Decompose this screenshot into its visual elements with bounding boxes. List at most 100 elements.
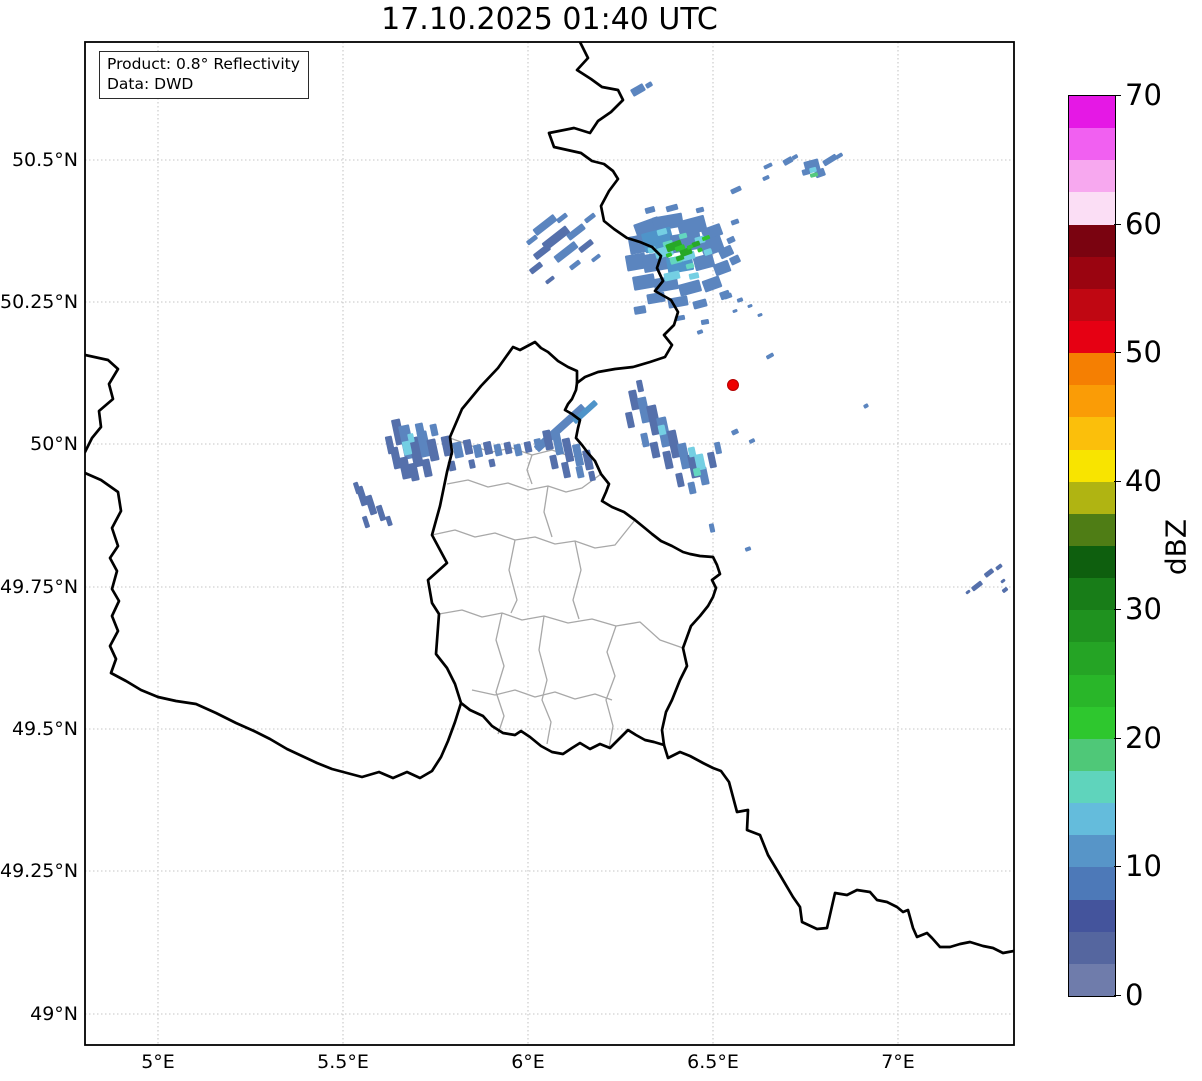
radar-echo xyxy=(678,279,702,297)
colorbar-segment xyxy=(1069,545,1115,579)
radar-echo xyxy=(549,454,559,470)
radar-echo xyxy=(695,206,705,214)
radar-echo xyxy=(822,153,838,167)
radar-site-marker xyxy=(727,379,739,391)
radar-echo xyxy=(561,437,575,463)
radar-echo xyxy=(493,443,503,457)
radar-echo xyxy=(731,428,739,436)
region-border xyxy=(438,609,684,649)
colorbar-segment xyxy=(1069,513,1115,546)
radar-echo xyxy=(730,185,742,195)
radar-echo xyxy=(632,273,656,291)
radar-echo xyxy=(744,546,752,552)
map-canvas xyxy=(84,41,1015,1046)
radar-echo xyxy=(591,253,601,263)
radar-echo xyxy=(533,244,551,260)
region-border xyxy=(508,539,518,614)
radar-echo xyxy=(575,465,585,479)
colorbar-segment xyxy=(1069,256,1115,289)
region-border xyxy=(431,519,636,549)
colorbar-segment xyxy=(1069,803,1115,836)
colorbar-tick xyxy=(1114,223,1121,225)
colorbar-segment xyxy=(1069,899,1115,932)
colorbar-segment xyxy=(1069,706,1115,739)
radar-echo xyxy=(757,313,763,317)
radar-echo xyxy=(712,259,732,277)
radar-echo xyxy=(692,252,716,272)
colorbar-segment xyxy=(1069,128,1115,161)
colorbar-segment xyxy=(1069,770,1115,804)
radar-echo xyxy=(708,523,716,533)
colorbar-tick-label: 0 xyxy=(1125,978,1144,1012)
y-tick-label: 49.75°N xyxy=(0,576,79,598)
colorbar-tick-label: 30 xyxy=(1125,592,1162,627)
radar-echo xyxy=(692,298,708,310)
radar-echo xyxy=(1000,578,1006,584)
radar-echo xyxy=(488,458,496,468)
radar-echo xyxy=(765,352,775,360)
region-border xyxy=(538,615,552,745)
colorbar-segment xyxy=(1069,738,1115,771)
radar-echo xyxy=(762,175,770,181)
colorbar-segment xyxy=(1069,835,1115,868)
colorbar-tick-label: 20 xyxy=(1125,720,1162,755)
colorbar-segment xyxy=(1069,417,1115,450)
radar-echo xyxy=(665,203,679,213)
colorbar-tick-label: 10 xyxy=(1125,849,1162,884)
radar-echo xyxy=(644,206,656,214)
x-tick-label: 5°E xyxy=(141,1051,175,1073)
colorbar-tick xyxy=(1114,995,1121,996)
colorbar-segment xyxy=(1069,96,1115,129)
radar-echo xyxy=(523,441,533,453)
colorbar-segment xyxy=(1069,674,1115,707)
colorbar-segment xyxy=(1069,353,1115,386)
radar-echo xyxy=(863,403,869,409)
radar-echo xyxy=(569,259,581,271)
radar-echo xyxy=(667,295,689,309)
national-border xyxy=(85,471,463,780)
radar-echo xyxy=(588,470,596,482)
x-tick-label: 6.5°E xyxy=(687,1051,739,1073)
colorbar-segment xyxy=(1069,224,1115,257)
radar-echo xyxy=(646,291,666,305)
colorbar-tick xyxy=(1114,866,1121,868)
radar-echo xyxy=(513,443,523,457)
colorbar-segment xyxy=(1069,449,1115,482)
product-line: Product: 0.8° Reflectivity xyxy=(107,55,300,73)
national-border xyxy=(547,42,680,385)
colorbar-segment xyxy=(1069,867,1115,900)
colorbar-tick-label: 70 xyxy=(1125,78,1162,112)
radar-echo xyxy=(687,481,697,495)
y-tick-label: 50.25°N xyxy=(0,291,79,313)
colorbar-unit-label: dBZ xyxy=(1159,518,1193,576)
radar-echo xyxy=(578,239,594,253)
colorbar-segment xyxy=(1069,642,1115,675)
x-tick-label: 7°E xyxy=(881,1051,915,1073)
y-tick-label: 49.5°N xyxy=(11,718,78,740)
radar-echo xyxy=(729,254,741,266)
radar-echo xyxy=(429,423,439,437)
national-border xyxy=(85,353,120,454)
radar-echo xyxy=(675,472,685,488)
radar-echo xyxy=(748,438,756,444)
radar-echo xyxy=(701,275,723,293)
region-border xyxy=(543,485,553,538)
map-layers xyxy=(85,42,1014,1045)
colorbar-tick xyxy=(1114,609,1121,611)
radar-echo xyxy=(700,319,710,325)
x-tick-label: 6°E xyxy=(511,1051,545,1073)
radar-echo xyxy=(747,304,753,308)
colorbar-tick xyxy=(1114,737,1121,739)
region-border xyxy=(495,612,505,735)
radar-echo xyxy=(462,439,474,455)
radar-echo xyxy=(584,212,596,224)
radar-echo xyxy=(414,422,426,438)
radar-echo xyxy=(561,461,571,479)
radar-echo xyxy=(763,162,773,170)
colorbar-segment xyxy=(1069,288,1115,321)
radar-echo xyxy=(529,261,543,275)
colorbar-segment xyxy=(1069,610,1115,643)
radar-echo xyxy=(468,459,476,469)
y-tick-label: 49.25°N xyxy=(0,860,79,882)
radar-echo xyxy=(707,451,717,469)
